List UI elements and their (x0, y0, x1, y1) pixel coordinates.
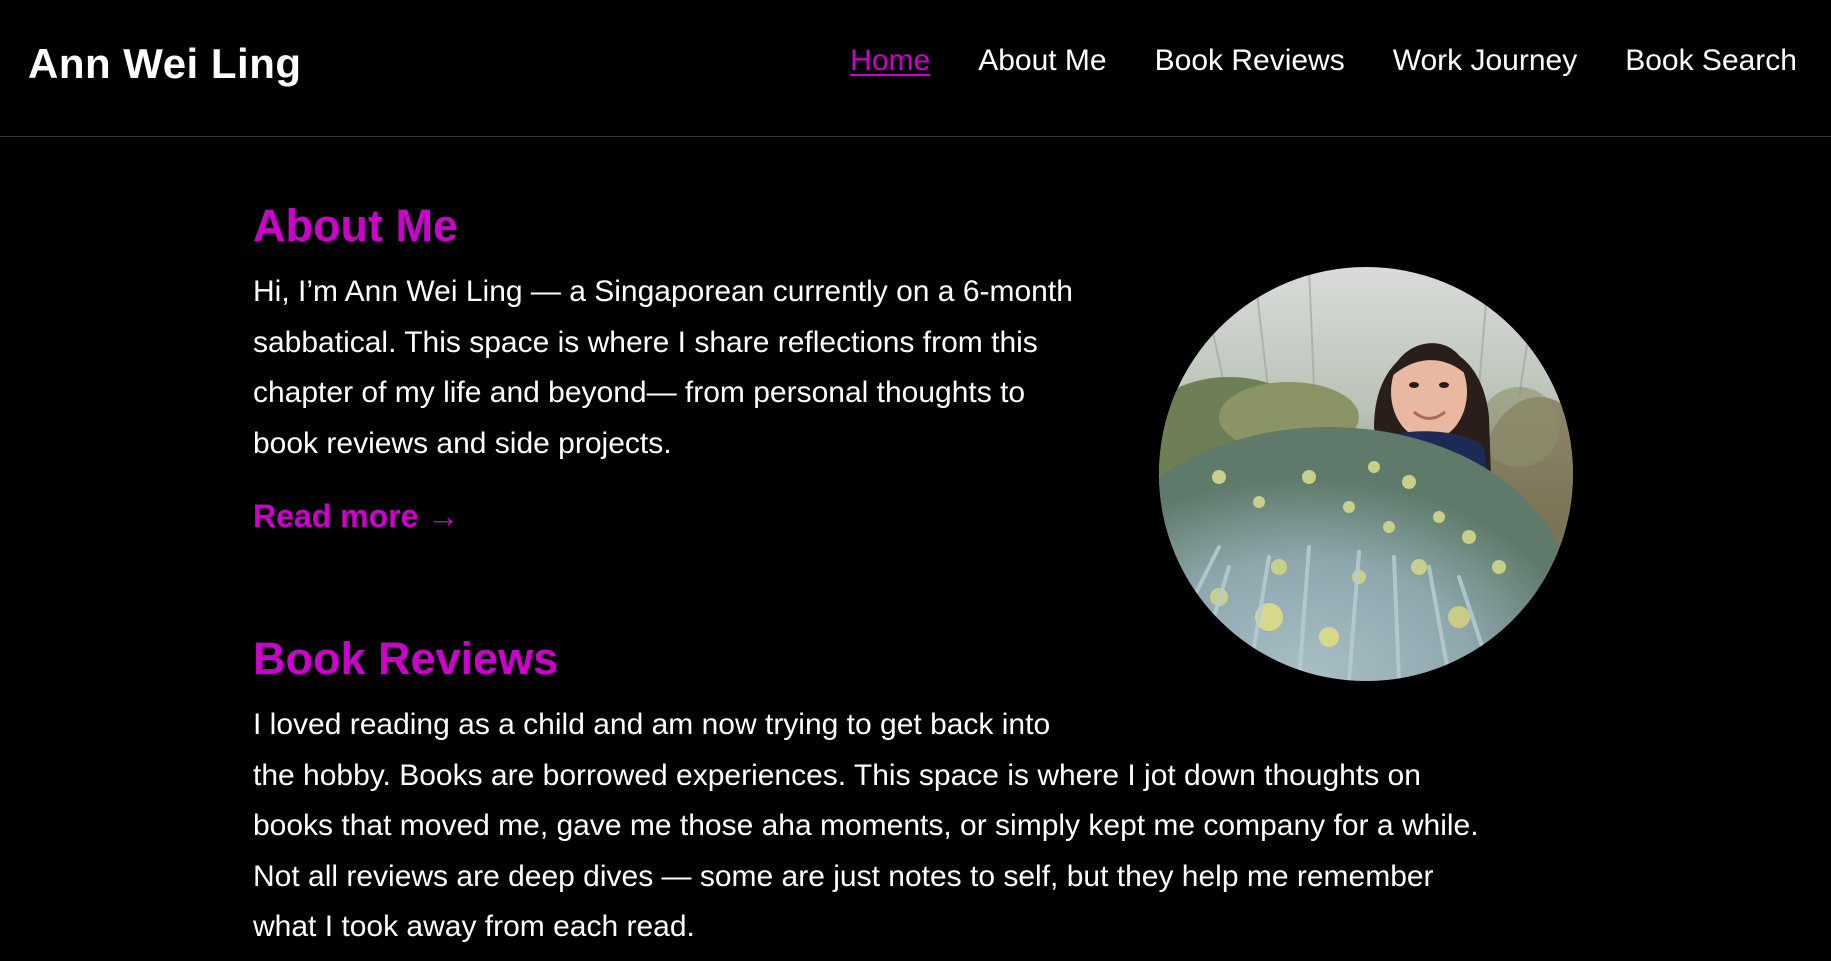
about-line: sabbatical. This space is where I share … (253, 325, 1038, 359)
nav-link-book-search[interactable]: Book Search (1625, 44, 1797, 78)
reviews-line: what I took away from each read. (253, 910, 695, 944)
book-reviews-section-title: Book Reviews (253, 633, 559, 684)
reviews-line: Not all reviews are deep dives — some ar… (253, 859, 1434, 893)
main-nav: Home About Me Book Reviews Work Journey … (850, 44, 1797, 78)
about-line: book reviews and side projects. (253, 426, 672, 460)
reviews-line: the hobby. Books are borrowed experience… (253, 758, 1421, 792)
nav-link-work-journey[interactable]: Work Journey (1393, 44, 1578, 78)
profile-photo-image (1159, 267, 1573, 681)
site-title[interactable]: Ann Wei Ling (28, 40, 302, 88)
book-reviews-paragraph: I loved reading as a child and am now tr… (253, 700, 1479, 953)
about-paragraph: Hi, I’m Ann Wei Ling — a Singaporean cur… (253, 267, 1073, 469)
profile-photo (1159, 267, 1573, 681)
reviews-line: books that moved me, gave me those aha m… (253, 809, 1479, 843)
about-line: chapter of my life and beyond— from pers… (253, 376, 1026, 410)
about-section-title: About Me (253, 200, 458, 251)
top-navigation-bar: Ann Wei Ling Home About Me Book Reviews … (0, 0, 1831, 137)
nav-link-home[interactable]: Home (850, 44, 930, 78)
reviews-line: I loved reading as a child and am now tr… (253, 708, 1051, 741)
about-line: Hi, I’m Ann Wei Ling — a Singaporean cur… (253, 275, 1073, 308)
nav-link-book-reviews[interactable]: Book Reviews (1155, 44, 1345, 78)
nav-link-about-me[interactable]: About Me (978, 44, 1106, 78)
read-more-link[interactable]: Read more → (253, 498, 459, 535)
